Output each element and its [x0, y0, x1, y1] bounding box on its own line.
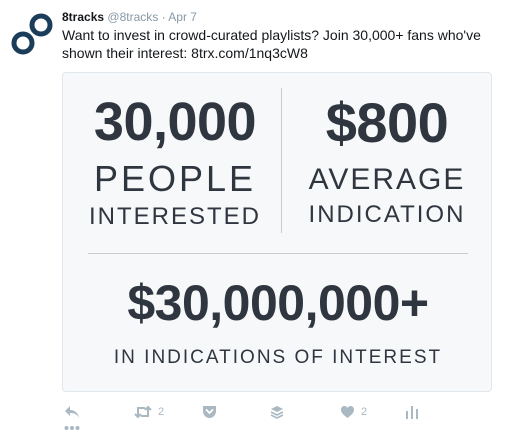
8tracks-logo-icon: [11, 13, 53, 55]
tweet-header: 8tracks @8tracks · Apr 7: [62, 9, 197, 25]
like-count: 2: [361, 406, 368, 418]
avatar[interactable]: [10, 12, 54, 56]
retweet-button[interactable]: 2: [134, 405, 164, 419]
stat-people: 30,000 PEOPLE INTERESTED: [77, 95, 273, 229]
more-icon: [64, 426, 80, 430]
more-button[interactable]: [64, 425, 80, 431]
stat-caption: AVERAGE: [308, 163, 466, 196]
stat-average: $800 AVERAGE INDICATION: [289, 95, 485, 227]
vertical-divider: [281, 88, 282, 233]
author-name[interactable]: 8tracks: [62, 10, 104, 24]
retweet-count: 2: [158, 406, 165, 418]
tweet-actions: 2 2: [62, 405, 492, 445]
reply-icon: [65, 406, 79, 418]
stat-number: $30,000,000+: [127, 275, 429, 331]
stat-number: 30,000: [93, 92, 257, 152]
analytics-button[interactable]: [406, 405, 418, 419]
analytics-icon: [406, 406, 418, 419]
tweet-date[interactable]: Apr 7: [168, 10, 197, 24]
stat-caption: IN INDICATIONS OF INTEREST: [113, 347, 443, 368]
buffer-button[interactable]: [270, 405, 284, 419]
pocket-icon: [203, 406, 216, 418]
like-button[interactable]: 2: [340, 405, 367, 419]
pocket-button[interactable]: [202, 405, 217, 419]
retweet-icon: [134, 405, 152, 419]
stat-total: $30,000,000+ IN INDICATIONS OF INTEREST: [63, 278, 493, 367]
stat-caption: INTERESTED: [88, 203, 261, 230]
tweet-text: Want to invest in crowd-curated playlist…: [62, 27, 481, 61]
stat-number: $800: [325, 91, 449, 154]
author-handle[interactable]: @8tracks: [107, 10, 158, 24]
media-card[interactable]: 30,000 PEOPLE INTERESTED $800 AVERAGE IN…: [62, 72, 492, 392]
stat-caption: INDICATION: [308, 201, 466, 228]
horizontal-divider: [88, 253, 468, 254]
separator: ·: [161, 10, 166, 24]
stat-caption: PEOPLE: [93, 158, 257, 199]
buffer-icon: [270, 406, 284, 419]
heart-icon: [341, 406, 354, 418]
reply-button[interactable]: [64, 405, 80, 419]
